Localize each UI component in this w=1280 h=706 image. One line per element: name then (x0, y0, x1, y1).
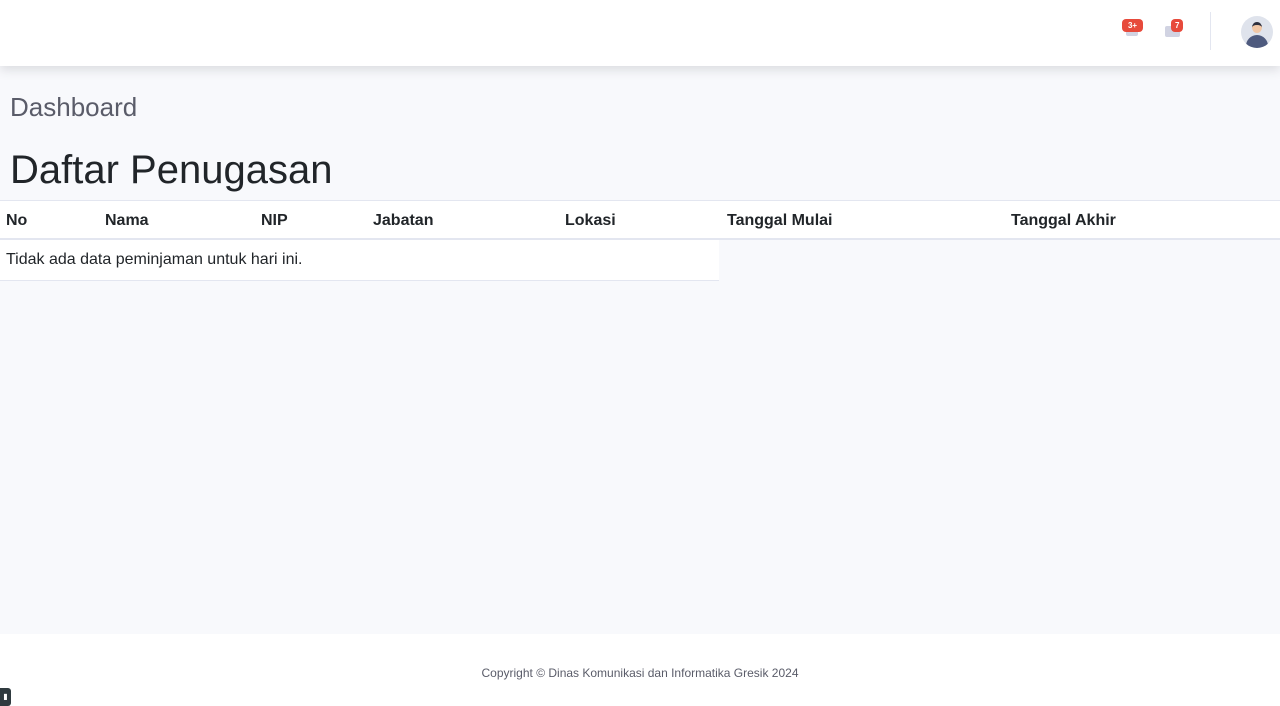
corner-toggle-tab[interactable]: ▮ (0, 688, 11, 706)
section-title: Daftar Penugasan (10, 148, 333, 192)
column-header-no: No (6, 212, 28, 229)
column-header-tanggal-akhir: Tanggal Akhir (1011, 212, 1116, 229)
column-header-jabatan: Jabatan (373, 212, 434, 229)
topbar-divider (1210, 12, 1211, 50)
topbar: 3+ 7 (0, 0, 1280, 66)
column-header-nip: NIP (261, 212, 288, 229)
user-avatar-icon[interactable] (1241, 16, 1273, 48)
avatar-head (1252, 22, 1262, 33)
avatar-body (1246, 35, 1268, 48)
empty-table-message: Tidak ada data peminjaman untuk hari ini… (6, 251, 303, 268)
column-header-tanggal-mulai: Tanggal Mulai (727, 212, 833, 229)
messages-dropdown-toggle[interactable]: 7 (1160, 16, 1190, 44)
assignment-table: No Nama NIP Jabatan Lokasi Tanggal Mulai… (0, 200, 1280, 281)
footer: Copyright © Dinas Komunikasi dan Informa… (0, 634, 1280, 706)
messages-counter-badge: 7 (1171, 19, 1184, 32)
alerts-dropdown-toggle[interactable]: 3+ (1118, 16, 1148, 44)
alerts-counter-badge: 3+ (1122, 19, 1143, 32)
table-header-row: No Nama NIP Jabatan Lokasi Tanggal Mulai… (0, 200, 1280, 240)
copyright-text: Copyright © Dinas Komunikasi dan Informa… (481, 666, 799, 680)
page-title: Dashboard (10, 92, 138, 122)
column-header-lokasi: Lokasi (565, 212, 616, 229)
column-header-nama: Nama (105, 212, 149, 229)
table-row: Tidak ada data peminjaman untuk hari ini… (0, 240, 719, 281)
